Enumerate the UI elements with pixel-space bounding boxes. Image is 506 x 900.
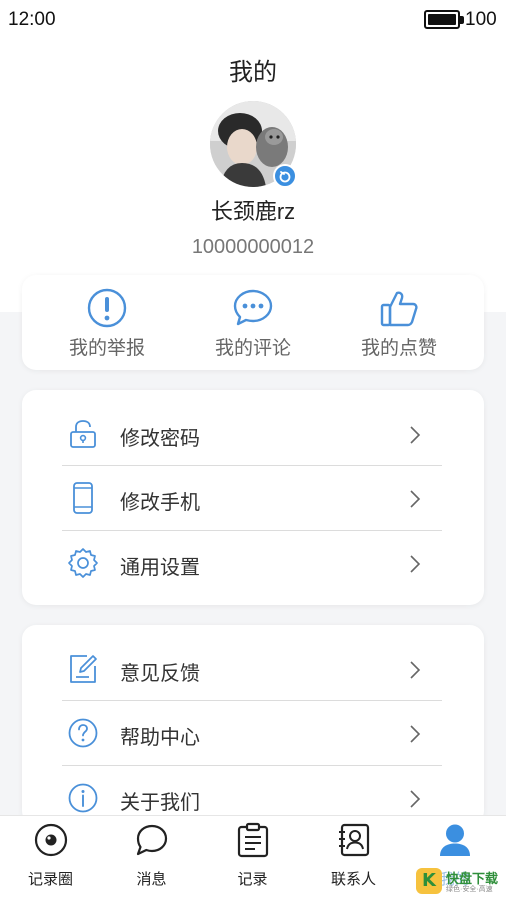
eye-icon <box>34 823 68 857</box>
battery-icon <box>424 10 464 29</box>
battery-level: 100 <box>465 9 497 30</box>
quick-action-comments[interactable]: 我的评论 <box>176 275 330 370</box>
user-icon <box>440 824 470 856</box>
chevron-right-icon <box>410 490 421 508</box>
chat-icon <box>136 824 168 856</box>
menu-item-label: 修改密码 <box>120 428 200 450</box>
chevron-right-icon <box>410 426 421 444</box>
lock-icon <box>70 420 96 448</box>
info-icon <box>68 783 98 813</box>
menu-item-general-settings[interactable]: 通用设置 <box>22 531 484 595</box>
comment-icon <box>233 289 273 326</box>
watermark-logo: K 快盘下载 绿色·安全·高速 <box>412 866 504 896</box>
tab-label: 联系人 <box>330 871 376 888</box>
page-title: 我的 <box>229 59 277 86</box>
settings-card: 修改密码 修改手机 通用设置 <box>22 390 484 605</box>
tab-label: 记录 <box>237 871 268 888</box>
menu-item-feedback[interactable]: 意见反馈 <box>22 637 484 701</box>
thumbs-up-icon <box>380 291 418 327</box>
menu-item-label: 通用设置 <box>120 557 200 579</box>
user-id: 10000000012 <box>191 236 315 258</box>
tab-messages[interactable]: 消息 <box>101 816 202 900</box>
tab-records[interactable]: 记录 <box>202 816 303 900</box>
quick-action-likes[interactable]: 我的点赞 <box>322 275 476 370</box>
chevron-right-icon <box>410 661 421 679</box>
quick-action-label: 我的评论 <box>214 338 291 359</box>
menu-item-label: 意见反馈 <box>120 663 200 685</box>
quick-actions-card: 我的举报 我的评论 我的点赞 <box>22 275 484 370</box>
status-time: 12:00 <box>8 9 56 30</box>
menu-item-change-password[interactable]: 修改密码 <box>22 402 484 466</box>
tab-contacts[interactable]: 联系人 <box>303 816 404 900</box>
support-card: 意见反馈 帮助中心 关于我们 <box>22 625 484 825</box>
clipboard-icon <box>237 822 269 858</box>
quick-action-label: 我的举报 <box>68 338 145 359</box>
menu-item-label: 帮助中心 <box>120 727 200 749</box>
tab-label: 消息 <box>136 871 167 888</box>
watermark-subtext: 绿色·安全·高速 <box>446 886 493 893</box>
chevron-right-icon <box>410 790 421 808</box>
menu-item-label: 关于我们 <box>120 792 200 814</box>
tab-label: 记录圈 <box>27 871 73 888</box>
user-name: 长颈鹿rz <box>210 199 296 224</box>
feedback-icon <box>70 655 97 683</box>
menu-item-change-phone[interactable]: 修改手机 <box>22 466 484 530</box>
menu-item-help-center[interactable]: 帮助中心 <box>22 701 484 765</box>
tab-record-circle[interactable]: 记录圈 <box>0 816 101 900</box>
gear-icon <box>68 548 98 578</box>
verified-badge-icon <box>273 164 297 188</box>
quick-action-label: 我的点赞 <box>360 338 437 359</box>
help-icon <box>68 718 98 748</box>
phone-icon <box>73 482 93 514</box>
contacts-icon <box>339 823 370 857</box>
quick-action-report[interactable]: 我的举报 <box>30 275 184 370</box>
chevron-right-icon <box>410 725 421 743</box>
chevron-right-icon <box>410 555 421 573</box>
report-icon <box>87 288 127 328</box>
watermark-badge: K <box>416 868 442 894</box>
status-bar: 12:00 100 <box>0 0 506 40</box>
menu-item-label: 修改手机 <box>120 492 200 514</box>
